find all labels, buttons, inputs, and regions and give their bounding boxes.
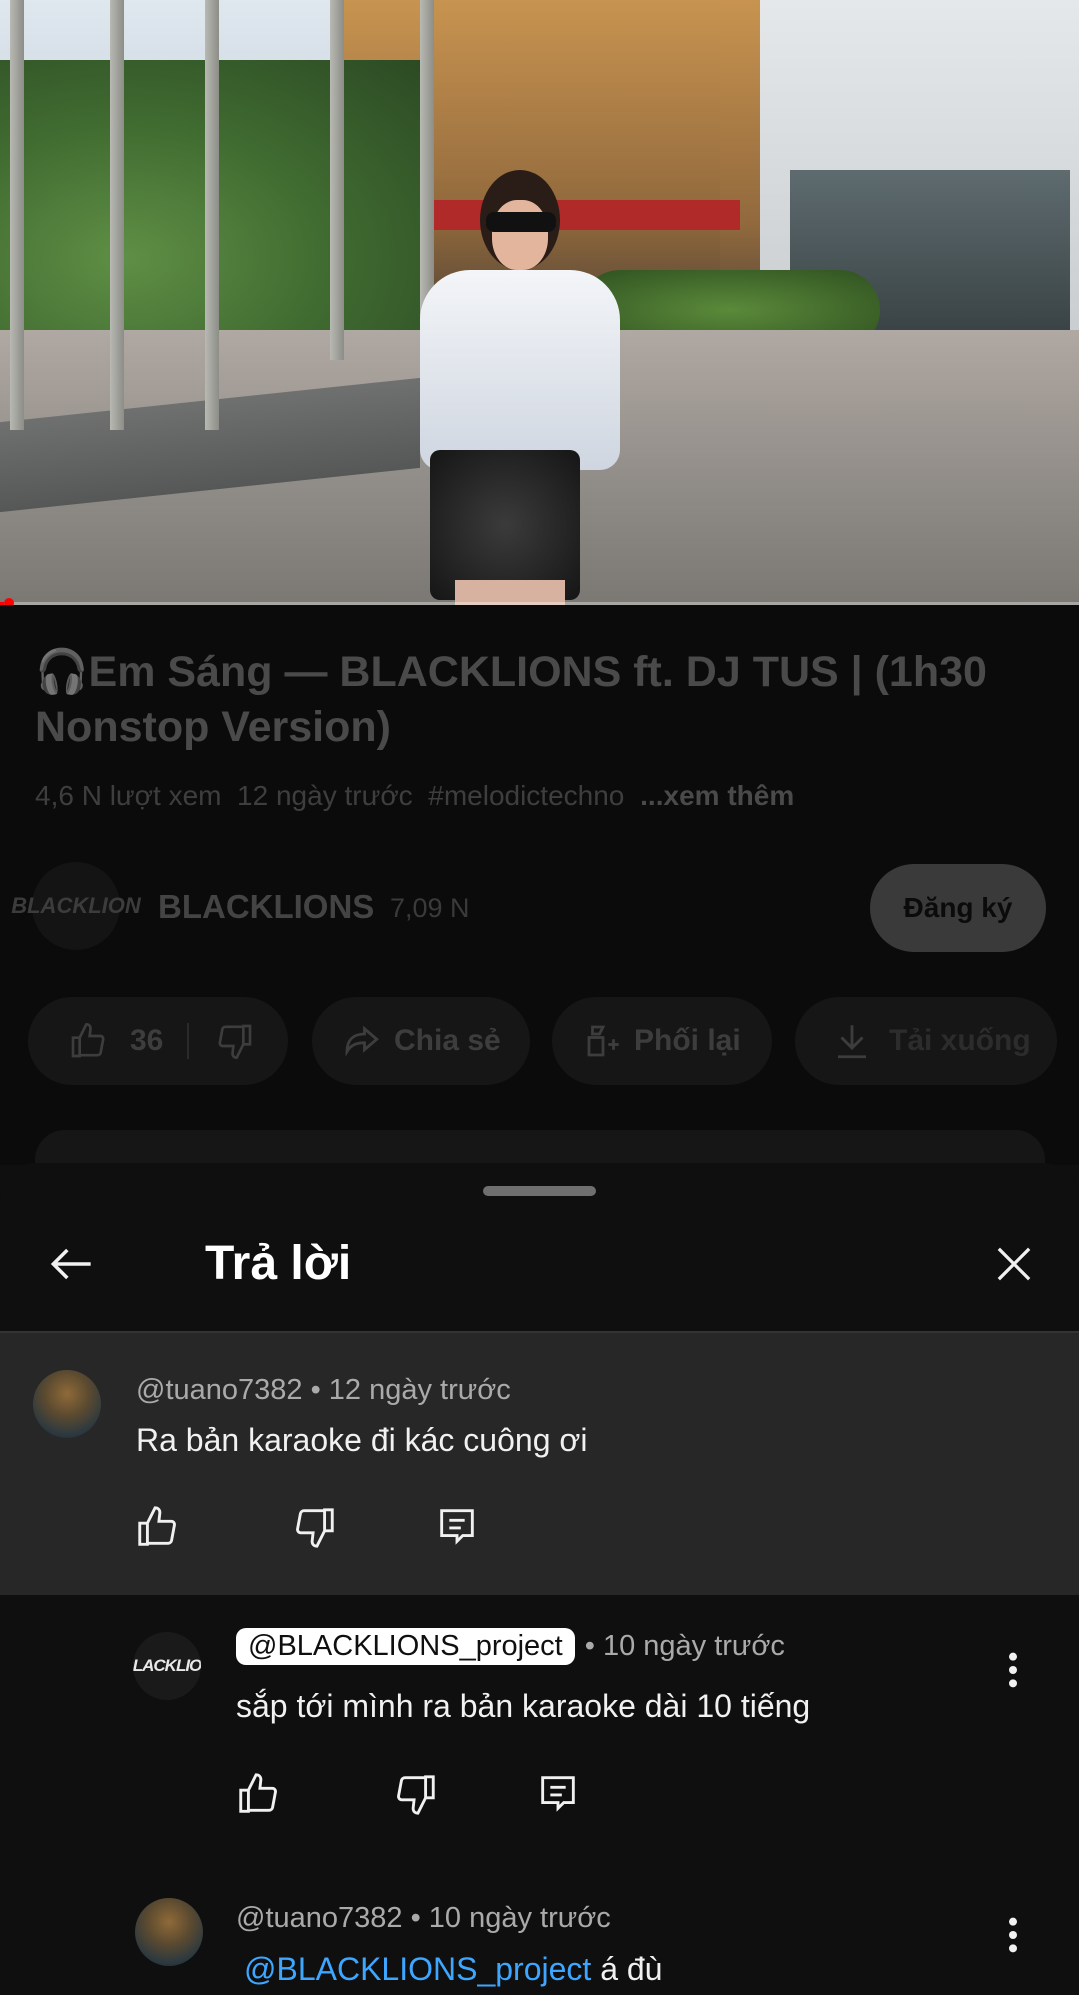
video-meta: 4,6 N lượt xem 12 ngày trước #melodictec… [35, 780, 794, 812]
video-red-banner [380, 200, 740, 230]
more-vertical-icon [1003, 1915, 1023, 1955]
comment-author[interactable]: @tuano7382 [136, 1374, 303, 1406]
comment-text: Ra bản karaoke đi kác cuông ơi [136, 1422, 588, 1458]
like-icon [134, 1504, 180, 1550]
comment-time: • 12 ngày trước [310, 1374, 511, 1406]
reply-meta: @BLACKLIONS_project • 10 ngày trước [236, 1628, 785, 1665]
reply-author[interactable]: @BLACKLIONS_project [236, 1628, 575, 1665]
reply-meta: @tuano7382 • 10 ngày trước [236, 1902, 611, 1935]
share-label: Chia sẻ [394, 1024, 501, 1057]
comment-dislike-button[interactable] [292, 1504, 338, 1550]
reply-time: • 10 ngày trước [584, 1630, 785, 1662]
download-button[interactable]: Tải xuống [795, 997, 1057, 1085]
share-button[interactable]: Chia sẻ [312, 997, 530, 1085]
share-icon [340, 1020, 382, 1062]
video-person-skirt [430, 450, 580, 600]
video-title: 🎧Em Sáng — BLACKLIONS ft. DJ TUS | (1h30… [35, 648, 987, 751]
more-link[interactable]: ...xem thêm [640, 780, 794, 811]
dislike-icon [292, 1504, 338, 1550]
sheet-title: Trả lời [205, 1237, 352, 1290]
reply-text-body: á đù [591, 1951, 663, 1987]
video-person-shirt [420, 270, 620, 470]
channel-name[interactable]: BLACKLIONS [158, 888, 374, 926]
download-label: Tải xuống [889, 1024, 1031, 1057]
progress-scrubber[interactable] [4, 598, 14, 605]
close-icon [988, 1238, 1040, 1290]
more-options-button[interactable] [1003, 1915, 1023, 1955]
remix-icon [582, 1020, 624, 1062]
commenter-avatar[interactable] [33, 1370, 101, 1438]
remix-button[interactable]: Phối lại [552, 997, 772, 1085]
video-pole [10, 0, 24, 430]
hashtag-link[interactable]: #melodictechno [428, 780, 624, 811]
channel-avatar[interactable]: BLACKLION [11, 862, 141, 950]
dislike-icon[interactable] [215, 1021, 255, 1061]
close-button[interactable] [982, 1232, 1046, 1296]
comment-reply-button[interactable] [434, 1503, 480, 1549]
arrow-left-icon [44, 1236, 100, 1292]
reply-like-button[interactable] [235, 1771, 281, 1817]
subscribe-button[interactable]: Đăng ký [870, 864, 1046, 952]
remix-label: Phối lại [634, 1024, 741, 1057]
more-options-button[interactable] [1003, 1650, 1023, 1690]
reply-avatar[interactable] [135, 1898, 203, 1966]
more-vertical-icon [1003, 1650, 1023, 1690]
view-count: 4,6 N lượt xem [35, 780, 222, 811]
reply-author[interactable]: @tuano7382 [236, 1902, 403, 1934]
comment-like-button[interactable] [134, 1504, 180, 1550]
reply-icon [434, 1503, 480, 1549]
video-pole [330, 0, 344, 360]
upload-age: 12 ngày trước [237, 780, 413, 811]
parent-comment [0, 1333, 1079, 1595]
reply-time: • 10 ngày trước [410, 1902, 611, 1934]
dislike-icon [393, 1771, 439, 1817]
video-pole [110, 0, 124, 430]
like-icon [235, 1771, 281, 1817]
pill-divider [187, 1023, 190, 1059]
reply-reply-button[interactable] [535, 1770, 581, 1816]
reply-icon [535, 1770, 581, 1816]
like-count: 36 [130, 1024, 164, 1057]
comment-meta: @tuano7382 • 12 ngày trước [136, 1374, 511, 1407]
back-button[interactable] [40, 1232, 104, 1296]
video-person-face [492, 200, 548, 270]
video-person-sunglasses [486, 212, 556, 232]
video-player[interactable] [0, 0, 1079, 605]
reply-text: sắp tới mình ra bản karaoke dài 10 tiếng [236, 1688, 811, 1724]
like-icon[interactable] [68, 1021, 108, 1061]
video-pole [205, 0, 219, 430]
like-dislike-pill: 36 [28, 997, 288, 1085]
mention-link[interactable]: @BLACKLIONS_project [244, 1951, 591, 1987]
reply-avatar[interactable]: BLACKLION [133, 1632, 201, 1700]
reply-text: @BLACKLIONS_project á đù [244, 1951, 662, 1988]
reply-dislike-button[interactable] [393, 1771, 439, 1817]
download-icon [831, 1020, 873, 1062]
subscriber-count: 7,09 N [390, 893, 470, 923]
drag-handle[interactable] [483, 1186, 596, 1196]
